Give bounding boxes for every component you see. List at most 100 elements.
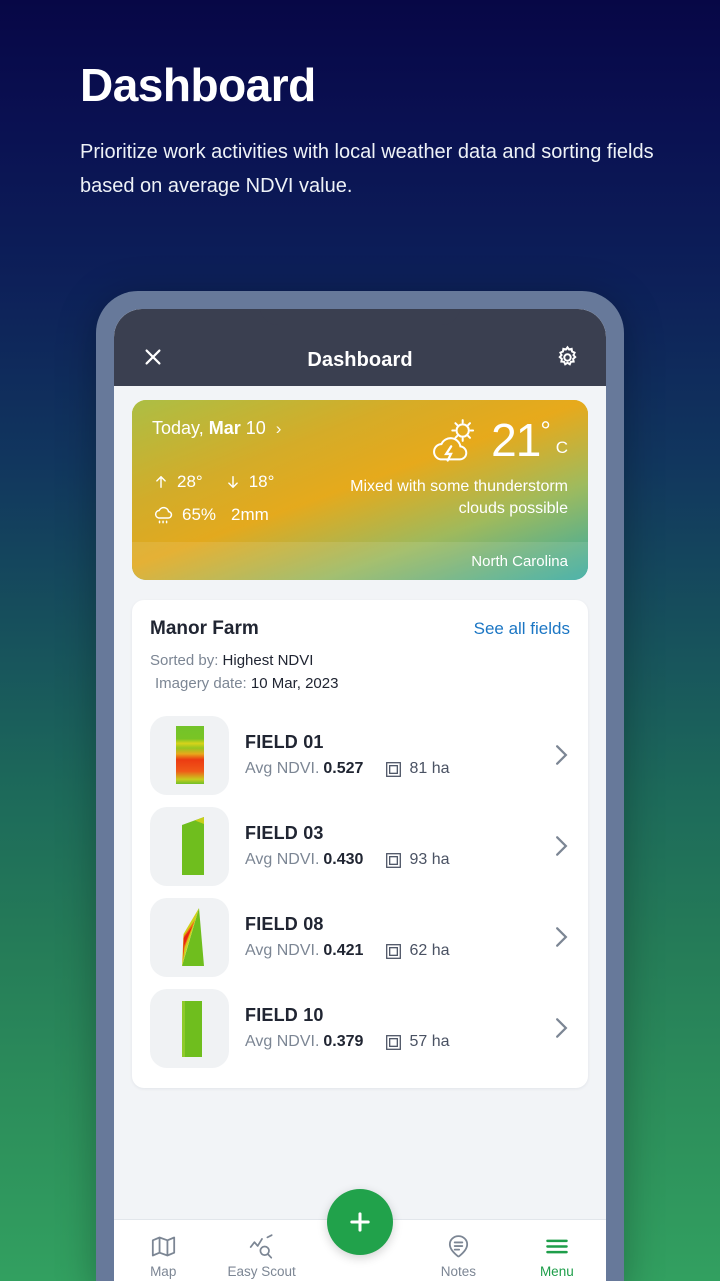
field-info-1: FIELD 01 Avg NDVI. 0.527 81 ha [229,732,544,778]
field-area-value: 81 ha [409,760,450,778]
scout-chart-search-icon [249,1233,273,1259]
field-area: 57 ha [385,1033,450,1051]
chevron-right-icon[interactable] [544,742,570,768]
weather-card[interactable]: Today, Mar 10 › 28° 18° 65% 2mm 21° C Mi… [132,400,588,580]
area-icon [386,852,402,868]
weather-precip-chance: 65% [182,505,217,525]
nav-label: Menu [539,1263,574,1279]
nav-item-easy-scout[interactable]: Easy Scout [212,1233,310,1279]
fields-list: FIELD 01 Avg NDVI. 0.527 81 ha FIELD 03 … [150,710,570,1074]
ndvi-label: Avg NDVI. [245,760,320,778]
field-info-2: FIELD 03 Avg NDVI. 0.430 93 ha [229,823,544,869]
ndvi-label: Avg NDVI. [245,1033,320,1051]
chevron-right-icon[interactable] [544,924,570,950]
weather-right: 21° C Mixed with some thunderstorm cloud… [338,414,568,531]
field-thumbnail-4 [150,988,229,1068]
table-row[interactable]: FIELD 01 Avg NDVI. 0.527 81 ha [150,710,570,801]
field-sub: Avg NDVI. 0.430 93 ha [245,851,544,869]
ndvi-value: 0.421 [323,942,364,960]
rain-cloud-icon [154,506,173,524]
field-sub: Avg NDVI. 0.527 81 ha [245,760,544,778]
nav-item-menu[interactable]: Menu [508,1233,606,1279]
note-pin-icon [448,1234,468,1257]
field-area: 81 ha [385,760,450,778]
phone-notch [260,309,460,325]
plus-icon [350,1212,370,1232]
table-row[interactable]: FIELD 10 Avg NDVI. 0.379 57 ha [150,983,570,1074]
fields-card-meta: Sorted by: Highest NDVI Imagery date: 10… [150,650,570,696]
map-icon [151,1236,175,1256]
nav-item-map[interactable]: Map [114,1233,212,1279]
field-thumbnail-3 [150,897,229,977]
page-subtitle: Prioritize work activities with local we… [80,140,654,197]
fields-card-header: Manor Farm See all fields [150,618,570,640]
field-area-value: 62 ha [409,942,450,960]
weather-location: North Carolina [132,542,588,580]
field-info-3: FIELD 08 Avg NDVI. 0.421 62 ha [229,914,544,960]
ndvi-value: 0.379 [323,1033,364,1051]
weather-stats: 28° 18° 65% 2mm [152,465,338,531]
area-icon [386,1034,402,1050]
field-ndvi-thumb-icon [181,1001,202,1058]
see-all-fields-link[interactable]: See all fields [474,619,570,639]
field-ndvi-thumb-icon [181,817,204,876]
weather-date-row[interactable]: Today, Mar 10 › [152,418,338,439]
weather-date: Today, Mar 10 [152,418,266,438]
nav-label: Easy Scout [227,1263,296,1279]
weather-left: Today, Mar 10 › 28° 18° 65% 2mm [152,418,338,531]
field-thumbnail-1 [150,715,229,795]
field-info-4: FIELD 10 Avg NDVI. 0.379 57 ha [229,1005,544,1051]
chevron-right-icon[interactable] [544,1015,570,1041]
nav-label: Map [150,1263,177,1279]
field-name: FIELD 01 [245,732,324,753]
weather-description: Mixed with some thunderstorm clouds poss… [350,478,568,517]
ndvi-value: 0.527 [323,760,364,778]
field-area: 62 ha [385,942,450,960]
screen-body: Today, Mar 10 › 28° 18° 65% 2mm 21° C Mi… [114,386,606,1219]
weather-temp-row: 21° C [338,414,568,468]
arrow-up-icon [156,475,166,488]
field-sub: Avg NDVI. 0.421 62 ha [245,942,544,960]
nav-label: Notes [440,1263,477,1279]
table-row[interactable]: FIELD 03 Avg NDVI. 0.430 93 ha [150,801,570,892]
app-bar-title: Dashboard [307,349,413,371]
weather-precip-row: 65% 2mm [152,498,338,531]
field-thumbnail-2 [150,806,229,886]
nav-item-notes[interactable]: Notes [409,1233,507,1279]
chevron-right-icon[interactable] [544,833,570,859]
field-area: 93 ha [385,851,450,869]
bottom-navigation: Map Easy Scout Notes Menu [114,1189,606,1281]
field-ndvi-thumb-icon [175,726,204,785]
weather-unit: C [555,438,568,457]
weather-low: 18° [248,472,275,491]
ndvi-label: Avg NDVI. [245,942,320,960]
sun-cloud-lightning-icon [433,419,475,462]
weather-temperature: 21° [491,414,551,466]
ndvi-label: Avg NDVI. [245,851,320,869]
app-bar: Dashboard [114,309,606,386]
field-name: FIELD 03 [245,823,324,844]
fields-card: Manor Farm See all fields Sorted by: Hig… [132,600,588,1088]
gear-icon[interactable] [552,342,582,372]
promo-header: Dashboard Prioritize work activities wit… [80,60,660,203]
chevron-right-icon: › [275,418,282,438]
field-name: FIELD 10 [245,1005,324,1026]
weather-top: Today, Mar 10 › 28° 18° 65% 2mm 21° C Mi… [132,400,588,531]
phone-screen: Dashboard Today, Mar 10 › 28° 18° 65% 2m… [114,309,606,1281]
add-button[interactable] [327,1189,393,1255]
table-row[interactable]: FIELD 08 Avg NDVI. 0.421 62 ha [150,892,570,983]
field-ndvi-thumb-icon [181,908,204,967]
imagery-date-row: Imagery date: 10 Mar, 2023 [155,674,339,692]
area-icon [386,761,402,777]
page-title: Dashboard [80,59,316,111]
farm-name: Manor Farm [150,618,259,639]
area-icon [386,943,402,959]
sorted-by-row: Sorted by: Highest NDVI [150,652,314,669]
weather-precip-amount: 2mm [231,505,269,525]
weather-temp-range-row: 28° 18° [152,465,338,498]
phone-mockup: Dashboard Today, Mar 10 › 28° 18° 65% 2m… [96,291,624,1281]
close-icon[interactable] [138,342,168,372]
field-area-value: 93 ha [409,851,450,869]
arrow-down-icon [227,475,238,488]
hamburger-menu-icon [546,1239,568,1253]
